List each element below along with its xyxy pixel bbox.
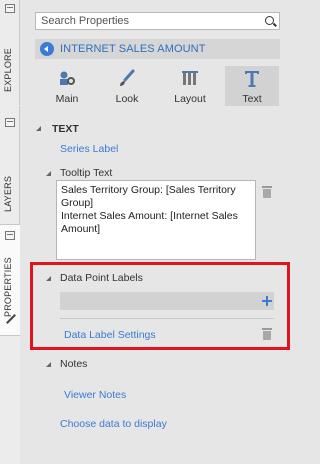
search-input[interactable] [36,13,251,29]
tab-layers[interactable]: LAYERS [0,106,20,224]
tab-layout[interactable]: Layout [163,66,217,106]
search-box [35,12,280,30]
collapse-triangle-icon[interactable] [36,126,41,131]
breadcrumb: INTERNET SALES AMOUNT [35,39,280,59]
section-title-text: TEXT [52,123,79,135]
tab-text-label: Text [242,93,262,105]
collapse-triangle-icon[interactable] [46,171,51,176]
text-t-icon [245,71,259,87]
vertical-tab-rail: EXPLORE LAYERS PROPERTIES [0,0,21,464]
tab-main[interactable]: Main [40,66,94,106]
choose-data-link[interactable]: Choose data to display [60,418,167,430]
tooltip-text-title: Tooltip Text [60,167,113,179]
collapse-triangle-icon[interactable] [46,362,51,367]
trash-icon[interactable] [262,186,272,198]
tab-explore-label: EXPLORE [3,48,13,92]
tab-main-label: Main [55,93,79,105]
tab-text[interactable]: Text [225,66,279,106]
back-arrow-icon[interactable] [40,42,54,56]
tab-properties-label: PROPERTIES [3,257,13,317]
panel-icon [5,231,15,240]
series-label-link[interactable]: Series Label [60,143,118,155]
brush-icon [120,69,135,86]
property-tabs: Main Look Layout Text [35,66,280,106]
layout-icon [182,71,198,85]
tooltip-text-field[interactable]: Sales Territory Group: [Sales Territory … [56,180,256,260]
breadcrumb-title: INTERNET SALES AMOUNT [60,43,206,55]
panel-icon [5,118,15,127]
panel-icon [5,4,15,13]
search-icon[interactable] [265,16,274,25]
main-icon [60,71,75,85]
notes-title: Notes [60,358,88,370]
tab-look[interactable]: Look [100,66,154,106]
tab-layers-label: LAYERS [3,175,13,212]
properties-panel: INTERNET SALES AMOUNT Main Look [20,0,299,464]
tab-layout-label: Layout [174,93,206,105]
viewer-notes-link[interactable]: Viewer Notes [64,389,126,401]
tab-explore[interactable]: EXPLORE [0,0,20,105]
tab-look-label: Look [115,93,139,105]
highlight-box [30,262,290,350]
